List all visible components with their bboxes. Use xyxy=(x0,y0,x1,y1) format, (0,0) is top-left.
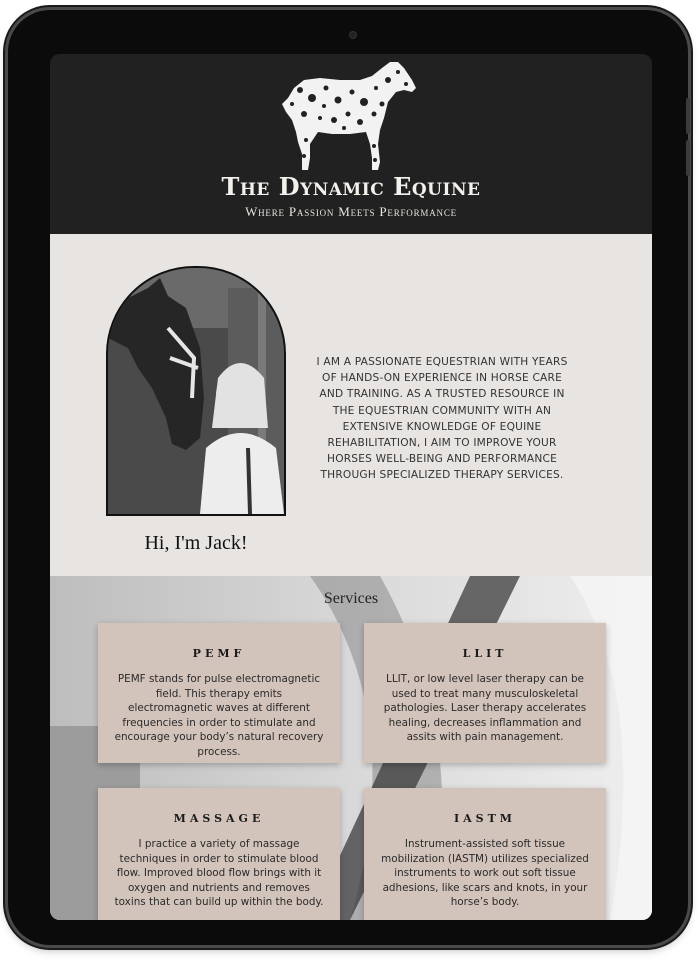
service-card-llit[interactable]: LLIT LLIT, or low level laser therapy ca… xyxy=(364,623,606,763)
screen: The Dynamic Equine Where Passion Meets P… xyxy=(50,54,652,920)
tablet-frame: The Dynamic Equine Where Passion Meets P… xyxy=(8,10,690,945)
service-card-title: MASSAGE xyxy=(173,812,265,825)
service-card-title: PEMF xyxy=(192,647,246,660)
service-card-massage[interactable]: MASSAGE I practice a variety of massage … xyxy=(98,788,340,920)
power-button xyxy=(686,140,690,176)
service-card-description: LLIT, or low level laser therapy can be … xyxy=(383,673,587,744)
camera-icon xyxy=(350,32,356,38)
portrait-photo xyxy=(106,266,286,516)
service-card-title: LLIT xyxy=(462,647,508,660)
services-section: Services PEMF PEMF stands for pulse elec… xyxy=(50,576,652,920)
brand-title[interactable]: The Dynamic Equine xyxy=(50,172,652,201)
greeting-heading: Hi, I'm Jack! xyxy=(144,532,248,554)
service-card-pemf[interactable]: PEMF PEMF stands for pulse electromagnet… xyxy=(98,623,340,763)
site-header: The Dynamic Equine Where Passion Meets P… xyxy=(50,54,652,234)
service-card-description: PEMF stands for pulse electromagnetic fi… xyxy=(114,673,324,758)
about-section: Hi, I'm Jack! I am a passionate equestri… xyxy=(50,234,652,576)
volume-button xyxy=(686,98,690,134)
services-title: Services xyxy=(323,590,379,607)
service-card-iastm[interactable]: IASTM Instrument-assisted soft tissue mo… xyxy=(364,788,606,920)
horse-logo-icon[interactable] xyxy=(280,58,420,176)
service-card-description: Instrument-assisted soft tissue mobiliza… xyxy=(381,838,589,909)
bio-text: I am a passionate equestrian with years … xyxy=(316,356,568,482)
service-card-title: IASTM xyxy=(454,812,516,825)
service-card-description: I practice a variety of massage techniqu… xyxy=(114,838,324,909)
brand-tagline: Where Passion Meets Performance xyxy=(245,204,457,219)
